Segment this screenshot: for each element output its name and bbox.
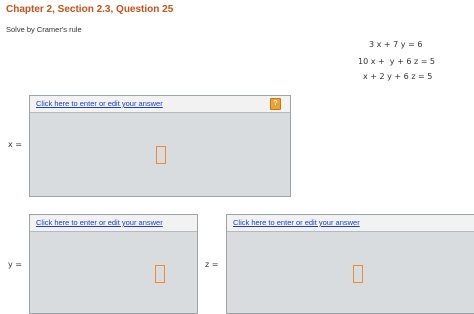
z-label: z = [205, 260, 219, 269]
equation-2: 10 x + y + 6 z = 5 [358, 57, 436, 66]
z-answer-header: Click here to enter or edit your answer [227, 215, 474, 232]
equation-3: x + 2 y + 6 z = 5 [363, 72, 433, 81]
help-icon[interactable]: ? [270, 98, 281, 110]
y-edit-answer-link[interactable]: Click here to enter or edit your answer [36, 218, 163, 227]
x-answer-input[interactable] [156, 146, 166, 164]
z-answer-panel[interactable]: Click here to enter or edit your answer [226, 214, 474, 314]
y-answer-input[interactable] [155, 265, 165, 283]
question-title: Chapter 2, Section 2.3, Question 25 [6, 4, 174, 15]
z-edit-answer-link[interactable]: Click here to enter or edit your answer [233, 218, 360, 227]
x-label: x = [8, 140, 22, 149]
z-answer-input[interactable] [353, 265, 363, 283]
x-answer-panel[interactable]: Click here to enter or edit your answer … [29, 95, 291, 197]
instruction-text: Solve by Cramer's rule [6, 25, 82, 34]
y-answer-header: Click here to enter or edit your answer [30, 215, 197, 232]
x-answer-header: Click here to enter or edit your answer … [30, 96, 290, 113]
x-edit-answer-link[interactable]: Click here to enter or edit your answer [36, 99, 163, 108]
equation-1: 3 x + 7 y = 6 [369, 40, 423, 49]
y-label: y = [8, 260, 22, 269]
y-answer-panel[interactable]: Click here to enter or edit your answer [29, 214, 198, 314]
